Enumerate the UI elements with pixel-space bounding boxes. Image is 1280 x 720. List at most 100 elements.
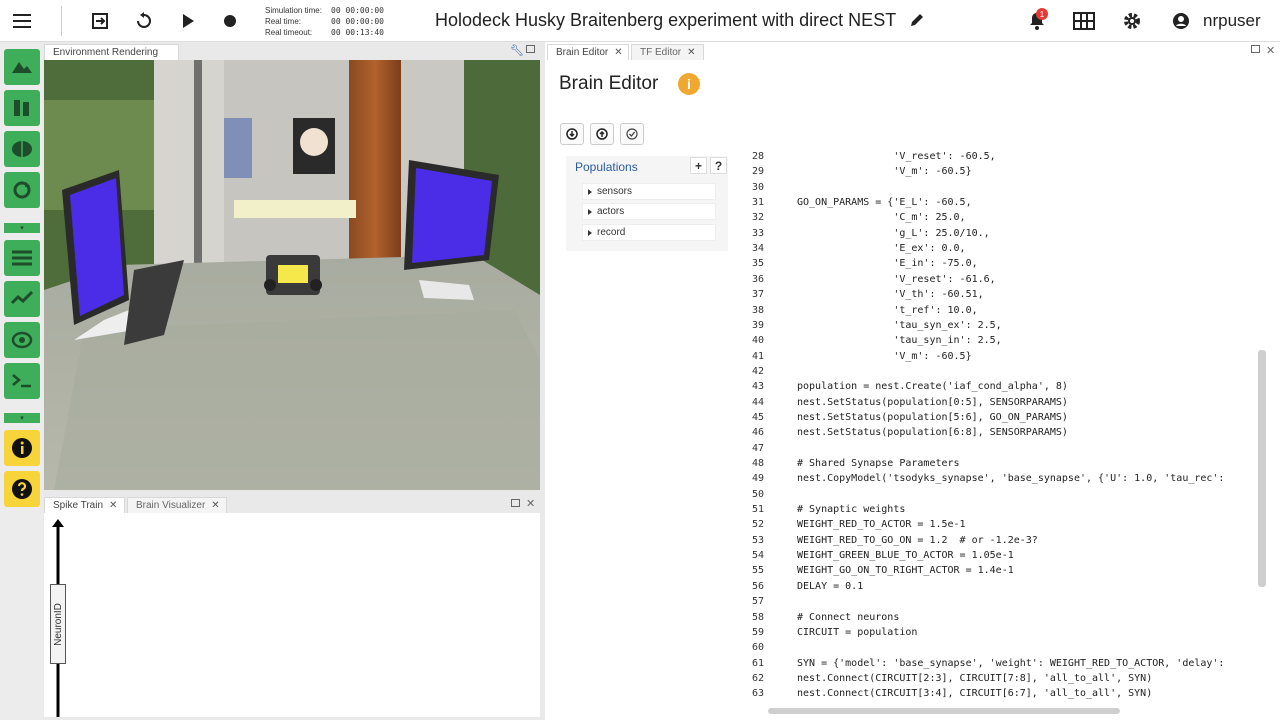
collapse-toggle-icon[interactable]: ▾ (4, 223, 40, 233)
code-line[interactable]: 28 'V_reset': -60.5, (745, 150, 996, 164)
upload-button[interactable] (590, 123, 614, 145)
tab-spike-train[interactable]: Spike Train ✕ (44, 497, 125, 513)
pencil-icon[interactable] (909, 12, 925, 33)
code-editor[interactable]: 28 'V_reset': -60.5, 29 'V_m': -60.5} 30 31… (745, 150, 1255, 703)
line-text: nest.SetStatus(population[0:5], SENSORPA… (797, 396, 1068, 408)
line-text: # Connect neurons (797, 611, 900, 623)
object-library-icon[interactable] (4, 90, 40, 126)
user-avatar-icon[interactable] (1168, 8, 1194, 34)
line-text: nest.SetStatus(population[5:6], GO_ON_PA… (797, 411, 1068, 423)
code-line[interactable]: 37 'V_th': -60.51, (745, 287, 984, 302)
menu-icon[interactable] (9, 8, 35, 34)
apply-button[interactable] (620, 123, 644, 145)
line-text: 'V_th': -60.51, (797, 289, 984, 301)
username[interactable]: nrpuser (1203, 11, 1261, 31)
code-line[interactable]: 51 # Synaptic weights (745, 502, 905, 517)
code-line[interactable]: 54 WEIGHT_GREEN_BLUE_TO_ACTOR = 1.05e-1 (745, 548, 1014, 563)
tab-brain-editor[interactable]: Brain Editor ✕ (547, 44, 629, 60)
code-line[interactable]: 52 WEIGHT_RED_TO_ACTOR = 1.5e-1 (745, 517, 966, 532)
code-line[interactable]: 53 WEIGHT_RED_TO_GO_ON = 1.2 # or -1.2e-3… (745, 533, 1038, 548)
line-text: 'V_reset': -60.5, (797, 151, 996, 162)
code-line[interactable]: 29 'V_m': -60.5} (745, 164, 972, 179)
chart-icon[interactable] (4, 281, 40, 317)
collapse-toggle-icon-2[interactable]: ▾ (4, 413, 40, 423)
population-item-actors[interactable]: actors (582, 203, 716, 220)
plot-icon[interactable] (4, 240, 40, 276)
code-line[interactable]: 55 WEIGHT_GO_ON_TO_RIGHT_ACTOR = 1.4e-1 (745, 563, 1014, 578)
code-line[interactable]: 39 'tau_syn_ex': 2.5, (745, 318, 1002, 333)
code-line[interactable]: 34 'E_ex': 0.0, (745, 241, 966, 256)
help-icon[interactable] (4, 471, 40, 507)
landscape-icon[interactable] (4, 49, 40, 85)
real-time-label: Real time: (265, 17, 302, 26)
close-icon[interactable]: ✕ (211, 500, 219, 511)
info-icon[interactable] (4, 430, 40, 466)
environment-3d-view[interactable] (44, 60, 540, 490)
code-line[interactable]: 61 SYN = {'model': 'base_synapse', 'weigh… (745, 656, 1225, 671)
layout-grid-icon[interactable] (1071, 8, 1097, 34)
tab-environment-rendering[interactable]: Environment Rendering (44, 44, 179, 60)
code-vertical-scrollbar[interactable] (1258, 350, 1266, 587)
info-icon[interactable]: i (678, 73, 700, 95)
close-icon[interactable]: ✕ (687, 47, 695, 58)
code-line[interactable]: 45 nest.SetStatus(population[5:6], GO_ON_… (745, 410, 1068, 425)
tab-tf-editor-label: TF Editor (640, 47, 682, 58)
code-line[interactable]: 32 'C_m': 25.0, (745, 210, 966, 225)
close-panel-icon[interactable]: ✕ (526, 497, 535, 510)
wrench-icon[interactable]: 🔧︎ (510, 44, 524, 57)
population-item-record[interactable]: record (582, 224, 716, 241)
experiment-title: Holodeck Husky Braitenberg experiment wi… (435, 10, 925, 33)
terminal-icon[interactable] (4, 363, 40, 399)
code-line[interactable]: 58 # Connect neurons (745, 610, 899, 625)
reset-icon[interactable] (131, 8, 157, 34)
code-line[interactable]: 31 GO_ON_PARAMS = {'E_L': -60.5, (745, 195, 972, 210)
code-line[interactable]: 38 't_ref': 10.0, (745, 303, 978, 318)
code-line[interactable]: 60 (745, 640, 797, 655)
tab-spike-label: Spike Train (53, 500, 104, 511)
maximize-icon[interactable] (1251, 45, 1260, 53)
code-horizontal-scrollbar[interactable] (768, 708, 1120, 714)
add-population-button[interactable]: + (690, 157, 707, 174)
exit-icon[interactable] (87, 8, 113, 34)
close-icon[interactable]: ✕ (109, 500, 117, 511)
close-panel-icon[interactable]: ✕ (1266, 44, 1275, 57)
play-icon[interactable] (175, 8, 201, 34)
population-item-sensors[interactable]: sensors (582, 183, 716, 200)
gear-icon[interactable] (1119, 8, 1145, 34)
tab-brain-visualizer[interactable]: Brain Visualizer ✕ (127, 497, 227, 513)
code-line[interactable]: 30 (745, 180, 797, 195)
code-line[interactable]: 63 nest.Connect(CIRCUIT[3:4], CIRCUIT[6:7… (745, 686, 1152, 701)
reload-icon[interactable] (4, 172, 40, 208)
code-line[interactable]: 59 CIRCUIT = population (745, 625, 917, 640)
code-line[interactable]: 41 'V_m': -60.5} (745, 349, 972, 364)
code-line[interactable]: 56 DELAY = 0.1 (745, 579, 863, 594)
maximize-icon[interactable] (511, 499, 520, 507)
close-icon[interactable]: ✕ (614, 47, 622, 58)
code-line[interactable]: 40 'tau_syn_in': 2.5, (745, 333, 1002, 348)
code-line[interactable]: 48 # Shared Synapse Parameters (745, 456, 960, 471)
code-line[interactable]: 50 (745, 487, 797, 502)
code-line[interactable]: 49 nest.CopyModel('tsodyks_synapse', 'bas… (745, 471, 1225, 486)
code-line[interactable]: 36 'V_reset': -61.6, (745, 272, 996, 287)
line-number: 57 (751, 596, 764, 608)
code-line[interactable]: 62 nest.Connect(CIRCUIT[2:3], CIRCUIT[7:8… (745, 671, 1152, 686)
code-line[interactable]: 44 nest.SetStatus(population[0:5], SENSOR… (745, 395, 1068, 410)
code-line[interactable]: 35 'E_in': -75.0, (745, 256, 978, 271)
populations-help-button[interactable]: ? (710, 157, 727, 174)
code-line[interactable]: 43 population = nest.Create('iaf_cond_alp… (745, 379, 1068, 394)
code-line[interactable]: 46 nest.SetStatus(population[6:8], SENSOR… (745, 425, 1068, 440)
code-line[interactable]: 33 'g_L': 25.0/10., (745, 226, 990, 241)
left-sidebar: ▾ ▾ (0, 43, 43, 720)
code-line[interactable]: 42 (745, 364, 797, 379)
line-number: 35 (751, 258, 764, 270)
line-text: 'g_L': 25.0/10., (797, 227, 990, 239)
code-line[interactable]: 57 (745, 594, 797, 609)
record-icon[interactable] (217, 8, 243, 34)
line-number: 39 (751, 319, 764, 331)
code-line[interactable]: 47 (745, 441, 797, 456)
tab-tf-editor[interactable]: TF Editor ✕ (631, 44, 704, 60)
download-button[interactable] (560, 123, 584, 145)
brain-gear-icon[interactable] (4, 322, 40, 358)
maximize-icon[interactable] (526, 45, 535, 53)
brain-icon[interactable] (4, 131, 40, 167)
